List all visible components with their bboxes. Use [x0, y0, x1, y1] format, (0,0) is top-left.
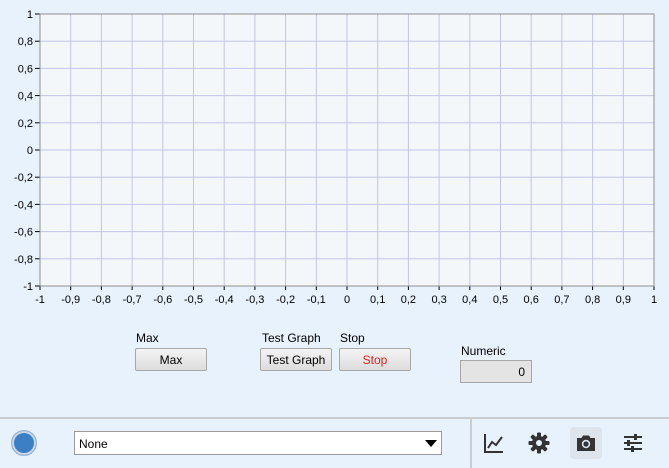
settings-tool-button[interactable]: [523, 427, 555, 459]
x-tick-label: 0: [344, 294, 350, 306]
x-tick-label: -0,6: [153, 294, 172, 306]
y-tick-label: 0,2: [18, 118, 33, 130]
x-tick-label: 0,7: [554, 294, 569, 306]
max-button[interactable]: Max: [135, 348, 207, 371]
test-graph-button[interactable]: Test Graph: [260, 348, 332, 371]
x-tick-label: 1: [651, 294, 657, 306]
y-tick-label: 0,8: [18, 36, 33, 48]
stop-label: Stop: [340, 331, 365, 345]
y-tick-label: -0,8: [14, 254, 33, 266]
graph: -1 -0,9 -0,8 -0,7 -0,6 -0,5 -0,4 -0,3 -0,2 -0,1 0 0…: [0, 0, 669, 310]
selection-dropdown[interactable]: None: [74, 431, 442, 455]
x-tick-label: 0,5: [493, 294, 508, 306]
camera-icon: [577, 435, 595, 451]
gear-icon: [528, 432, 550, 454]
max-label: Max: [136, 331, 159, 345]
numeric-label: Numeric: [461, 344, 506, 358]
y-tick-label: -0,6: [14, 227, 33, 239]
x-tick-label: -0,3: [245, 294, 264, 306]
toolbar-divider: [470, 419, 472, 468]
x-tick-label: -0,4: [215, 294, 234, 306]
y-tick-label: -0,4: [14, 199, 33, 211]
test-graph-label: Test Graph: [262, 331, 321, 345]
x-tick-label: -0,7: [123, 294, 142, 306]
numeric-indicator[interactable]: 0: [460, 360, 532, 383]
y-tick-label: -0,2: [14, 172, 33, 184]
graph-svg: -1 -0,9 -0,8 -0,7 -0,6 -0,5 -0,4 -0,3 -0,2 -0,1 0 0…: [14, 9, 657, 306]
graph-tool-button[interactable]: [478, 427, 510, 459]
y-tick-label: 0,4: [18, 91, 33, 103]
y-tick-label: 1: [27, 9, 33, 21]
x-tick-label: 0,1: [370, 294, 385, 306]
bottom-toolbar: None: [0, 417, 669, 468]
sliders-icon: [624, 434, 642, 452]
screenshot-tool-button[interactable]: [570, 427, 602, 459]
status-led: [11, 430, 37, 456]
x-tick-label: -0,5: [184, 294, 203, 306]
x-tick-label: 0,9: [616, 294, 631, 306]
x-tick-label: 0,4: [462, 294, 477, 306]
graph-icon: [484, 434, 503, 453]
x-tick-label: -0,8: [92, 294, 111, 306]
x-tick-label: -1: [35, 294, 45, 306]
x-tick-label: 0,6: [524, 294, 539, 306]
x-tick-label: -0,1: [307, 294, 326, 306]
x-tick-label: 0,3: [431, 294, 446, 306]
x-tick-label: 0,8: [585, 294, 600, 306]
x-tick-label: 0,2: [401, 294, 416, 306]
selection-dropdown-value: None: [79, 437, 108, 451]
y-tick-label: 0: [27, 145, 33, 157]
y-tick-label: -1: [23, 281, 33, 293]
x-tick-label: -0,9: [61, 294, 80, 306]
properties-tool-button[interactable]: [617, 427, 649, 459]
x-tick-label: -0,2: [276, 294, 295, 306]
y-tick-label: 0,6: [18, 63, 33, 75]
dropdown-arrow-icon[interactable]: [423, 435, 439, 451]
stop-button[interactable]: Stop: [339, 348, 411, 371]
